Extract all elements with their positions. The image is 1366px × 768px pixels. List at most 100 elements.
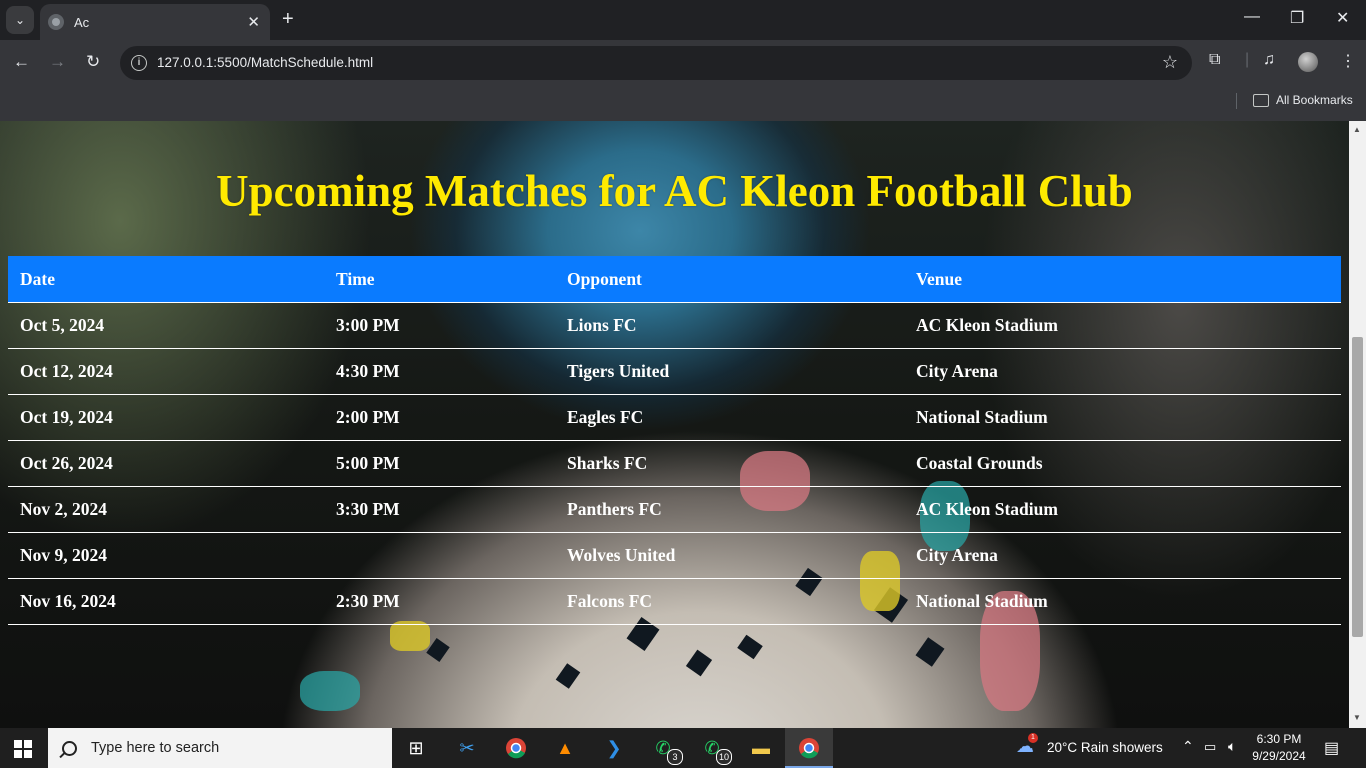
clock-time: 6:30 PM	[1256, 732, 1302, 746]
match-schedule-table: Date Time Opponent Venue Oct 5, 2024 3:0…	[8, 256, 1341, 625]
cell-date: Oct 26, 2024	[8, 440, 324, 487]
clock-date: 9/29/2024	[1252, 749, 1306, 763]
cell-opponent: Panthers FC	[555, 486, 904, 533]
browser-tab-bar: ⌄ Ac ✕ + — ❐ ✕	[0, 0, 1366, 40]
cell-venue: National Stadium	[904, 578, 1341, 625]
header-date: Date	[8, 256, 324, 303]
ball-panel	[915, 637, 945, 667]
ball-panel	[555, 663, 581, 689]
chrome-active-app-icon[interactable]	[785, 728, 833, 768]
reload-button[interactable]: ↻	[86, 52, 100, 72]
menu-kebab-icon[interactable]: ⋮	[1340, 51, 1356, 71]
cell-venue: City Arena	[904, 532, 1341, 579]
header-opponent: Opponent	[555, 256, 904, 303]
notification-icon[interactable]: ▤	[1324, 738, 1339, 758]
table-row: Nov 9, 2024 Wolves United City Arena	[8, 532, 1341, 579]
chrome-app-icon[interactable]	[502, 734, 530, 762]
system-clock[interactable]: 6:30 PM 9/29/2024	[1248, 731, 1310, 765]
table-row: Nov 16, 2024 2:30 PM Falcons FC National…	[8, 578, 1341, 625]
page-title: Upcoming Matches for AC Kleon Football C…	[216, 166, 1133, 216]
bookmarks-separator	[1236, 93, 1237, 109]
profile-avatar[interactable]	[1298, 52, 1318, 72]
scrollbar-thumb[interactable]	[1352, 337, 1363, 637]
cell-time: 2:30 PM	[324, 578, 555, 625]
volume-icon[interactable]: 🔈︎	[1228, 738, 1236, 755]
table-header-row: Date Time Opponent Venue	[8, 256, 1341, 303]
snipping-tool-icon[interactable]: ✂	[453, 734, 481, 762]
search-icon	[62, 740, 77, 756]
windows-start-button[interactable]	[14, 740, 32, 758]
taskbar-search-box[interactable]: Type here to search	[48, 728, 392, 768]
folder-icon	[1253, 94, 1269, 107]
cell-venue: AC Kleon Stadium	[904, 486, 1341, 533]
tab-search-dropdown-button[interactable]: ⌄	[6, 6, 34, 34]
restore-button[interactable]: ❐	[1290, 8, 1304, 28]
browser-toolbar: ← → ↻ i 127.0.0.1:5500/MatchSchedule.htm…	[0, 40, 1366, 86]
cell-date: Oct 19, 2024	[8, 394, 324, 441]
back-button[interactable]: ←	[13, 52, 30, 72]
bookmark-star-icon[interactable]: ☆	[1162, 52, 1178, 73]
minimize-button[interactable]: —	[1244, 8, 1260, 26]
cell-time: 3:00 PM	[324, 302, 555, 349]
toolbar-separator: |	[1245, 51, 1250, 68]
cell-time	[324, 532, 555, 579]
cell-date: Nov 9, 2024	[8, 532, 324, 579]
vlc-icon[interactable]: ▲	[551, 734, 579, 762]
vscode-icon[interactable]: ❯	[600, 734, 628, 762]
scroll-down-arrow-icon[interactable]: ▼	[1353, 713, 1361, 722]
cell-date: Oct 12, 2024	[8, 348, 324, 395]
cell-opponent: Falcons FC	[555, 578, 904, 625]
close-window-button[interactable]: ✕	[1336, 8, 1349, 28]
page-viewport: Upcoming Matches for AC Kleon Football C…	[0, 121, 1349, 728]
page-scrollbar[interactable]: ▲ ▼	[1349, 121, 1366, 728]
header-time: Time	[324, 256, 555, 303]
url-text[interactable]: 127.0.0.1:5500/MatchSchedule.html	[157, 55, 373, 70]
tab-close-icon[interactable]: ✕	[247, 13, 260, 31]
media-control-icon[interactable]: ♫	[1263, 51, 1275, 69]
browser-tab-active[interactable]: Ac ✕	[40, 4, 270, 40]
ball-yellow-patch	[390, 621, 430, 651]
bookmarks-bar: All Bookmarks	[0, 86, 1366, 121]
all-bookmarks-button[interactable]: All Bookmarks	[1276, 93, 1353, 107]
whatsapp-icon-2[interactable]: ✆ 10	[698, 734, 732, 765]
cell-time: 3:30 PM	[324, 486, 555, 533]
cell-venue: AC Kleon Stadium	[904, 302, 1341, 349]
ball-panel	[737, 634, 763, 660]
cell-opponent: Tigers United	[555, 348, 904, 395]
tray-chevron-icon[interactable]: ⌃	[1182, 738, 1194, 755]
task-view-icon[interactable]: ⊞	[402, 734, 430, 762]
cell-opponent: Wolves United	[555, 532, 904, 579]
windows-taskbar: Type here to search ⊞ ✂ ▲ ❯ ✆ 3 ✆ 10 ▬ ☁ 1 …	[0, 728, 1366, 768]
whatsapp-badge: 10	[716, 749, 732, 765]
cell-venue: National Stadium	[904, 394, 1341, 441]
weather-icon[interactable]: ☁ 1	[1016, 733, 1038, 757]
table-row: Nov 2, 2024 3:30 PM Panthers FC AC Kleon…	[8, 486, 1341, 533]
cell-date: Nov 2, 2024	[8, 486, 324, 533]
scroll-up-arrow-icon[interactable]: ▲	[1353, 125, 1361, 134]
cell-venue: City Arena	[904, 348, 1341, 395]
cell-opponent: Lions FC	[555, 302, 904, 349]
ball-teal-patch	[300, 671, 360, 711]
weather-badge: 1	[1028, 733, 1038, 743]
table-row: Oct 26, 2024 5:00 PM Sharks FC Coastal G…	[8, 440, 1341, 487]
whatsapp-icon[interactable]: ✆ 3	[649, 734, 683, 765]
ball-panel	[685, 649, 713, 677]
file-explorer-icon[interactable]: ▬	[747, 734, 775, 762]
table-row: Oct 19, 2024 2:00 PM Eagles FC National …	[8, 394, 1341, 441]
tab-title: Ac	[74, 14, 90, 30]
cell-venue: Coastal Grounds	[904, 440, 1341, 487]
battery-icon[interactable]: ▭	[1204, 739, 1216, 755]
search-placeholder: Type here to search	[91, 740, 220, 756]
cell-time: 5:00 PM	[324, 440, 555, 487]
table-row: Oct 12, 2024 4:30 PM Tigers United City …	[8, 348, 1341, 395]
cell-time: 4:30 PM	[324, 348, 555, 395]
site-info-icon[interactable]: i	[131, 55, 147, 71]
address-bar[interactable]: i 127.0.0.1:5500/MatchSchedule.html ☆	[120, 46, 1192, 80]
forward-button[interactable]: →	[49, 52, 66, 72]
extensions-icon[interactable]: ⧉	[1209, 51, 1220, 69]
whatsapp-badge: 3	[667, 749, 683, 765]
weather-text[interactable]: 20°C Rain showers	[1047, 740, 1163, 755]
cell-date: Nov 16, 2024	[8, 578, 324, 625]
cell-time: 2:00 PM	[324, 394, 555, 441]
new-tab-button[interactable]: +	[282, 8, 294, 31]
